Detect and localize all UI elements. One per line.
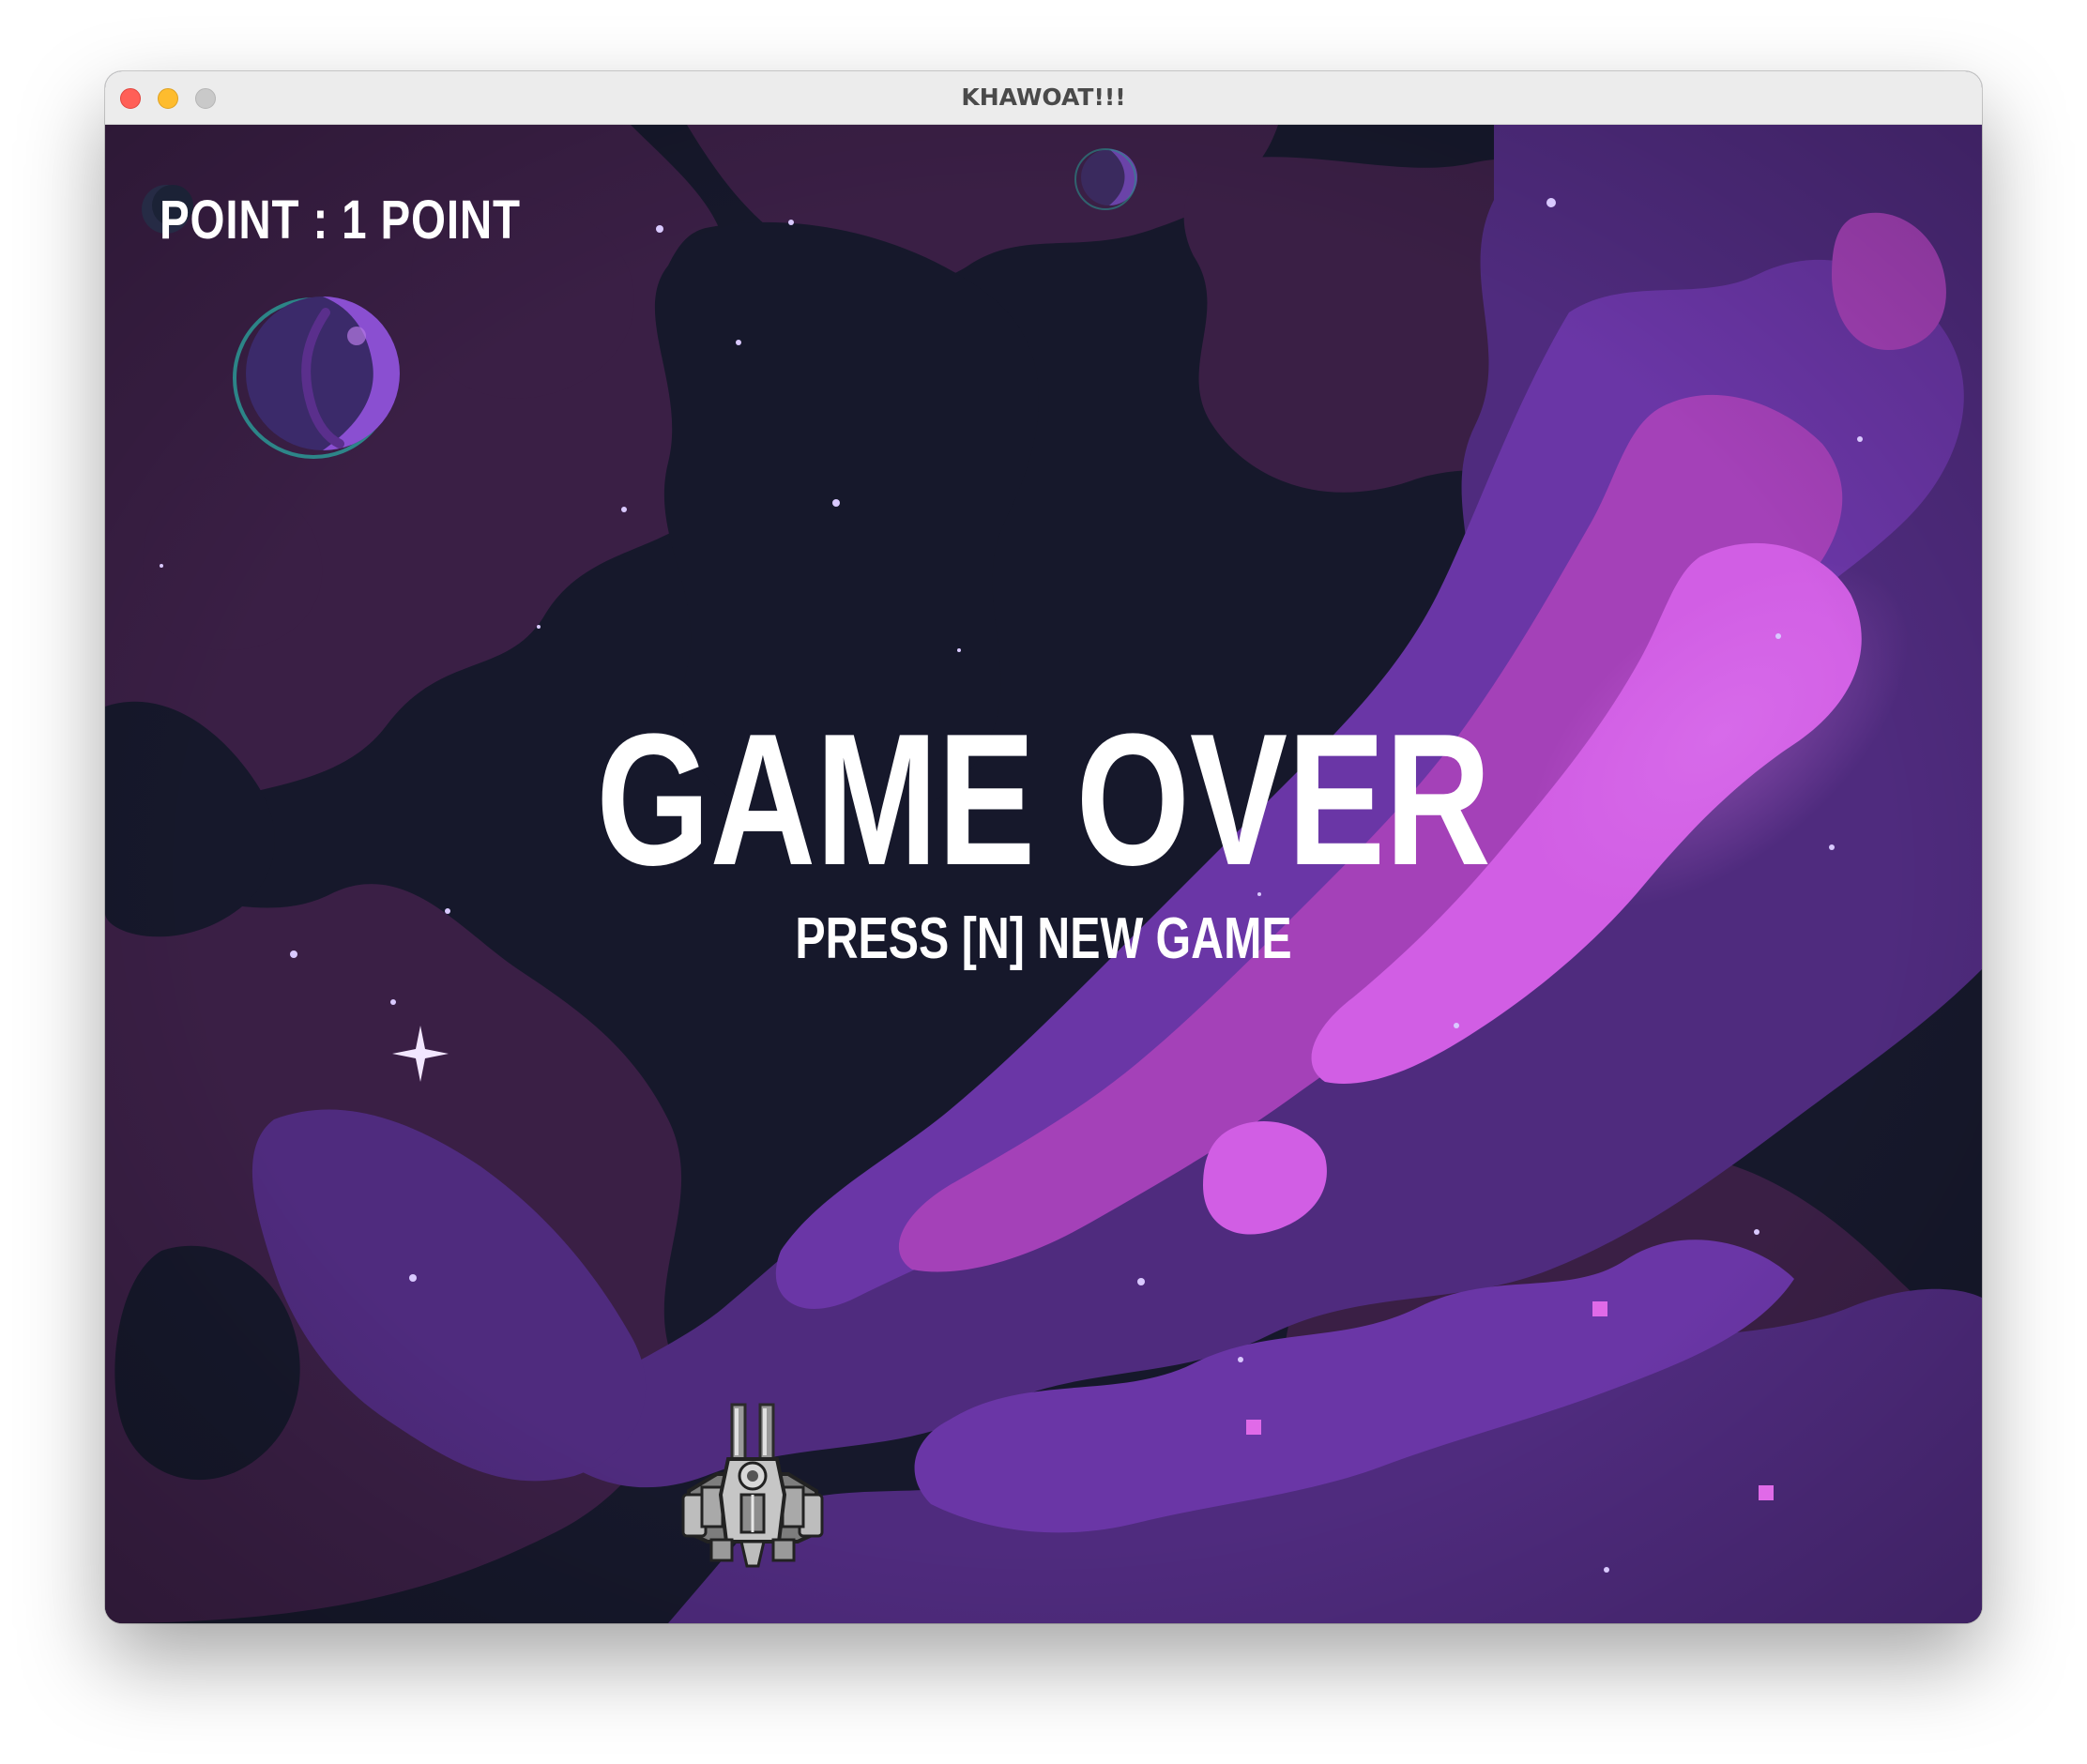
game-canvas[interactable]: POINT : 1 POINT GAME OVER PRESS [N] NEW … <box>105 125 1982 1623</box>
title-bar[interactable]: KHAWOAT!!! <box>105 71 1982 125</box>
score-label: POINT : 1 POINT <box>160 190 521 251</box>
game-window: KHAWOAT!!! POINT: 1 POINT GAME OVER PRE… <box>105 71 1982 1623</box>
spaceship-icon <box>681 1403 824 1568</box>
small-planet-icon <box>1074 148 1137 210</box>
game-over-title: GAME OVER <box>596 695 1491 905</box>
new-game-hint: PRESS [N] NEW GAME <box>795 906 1292 971</box>
window-title: KHAWOAT!!! <box>961 84 1126 111</box>
